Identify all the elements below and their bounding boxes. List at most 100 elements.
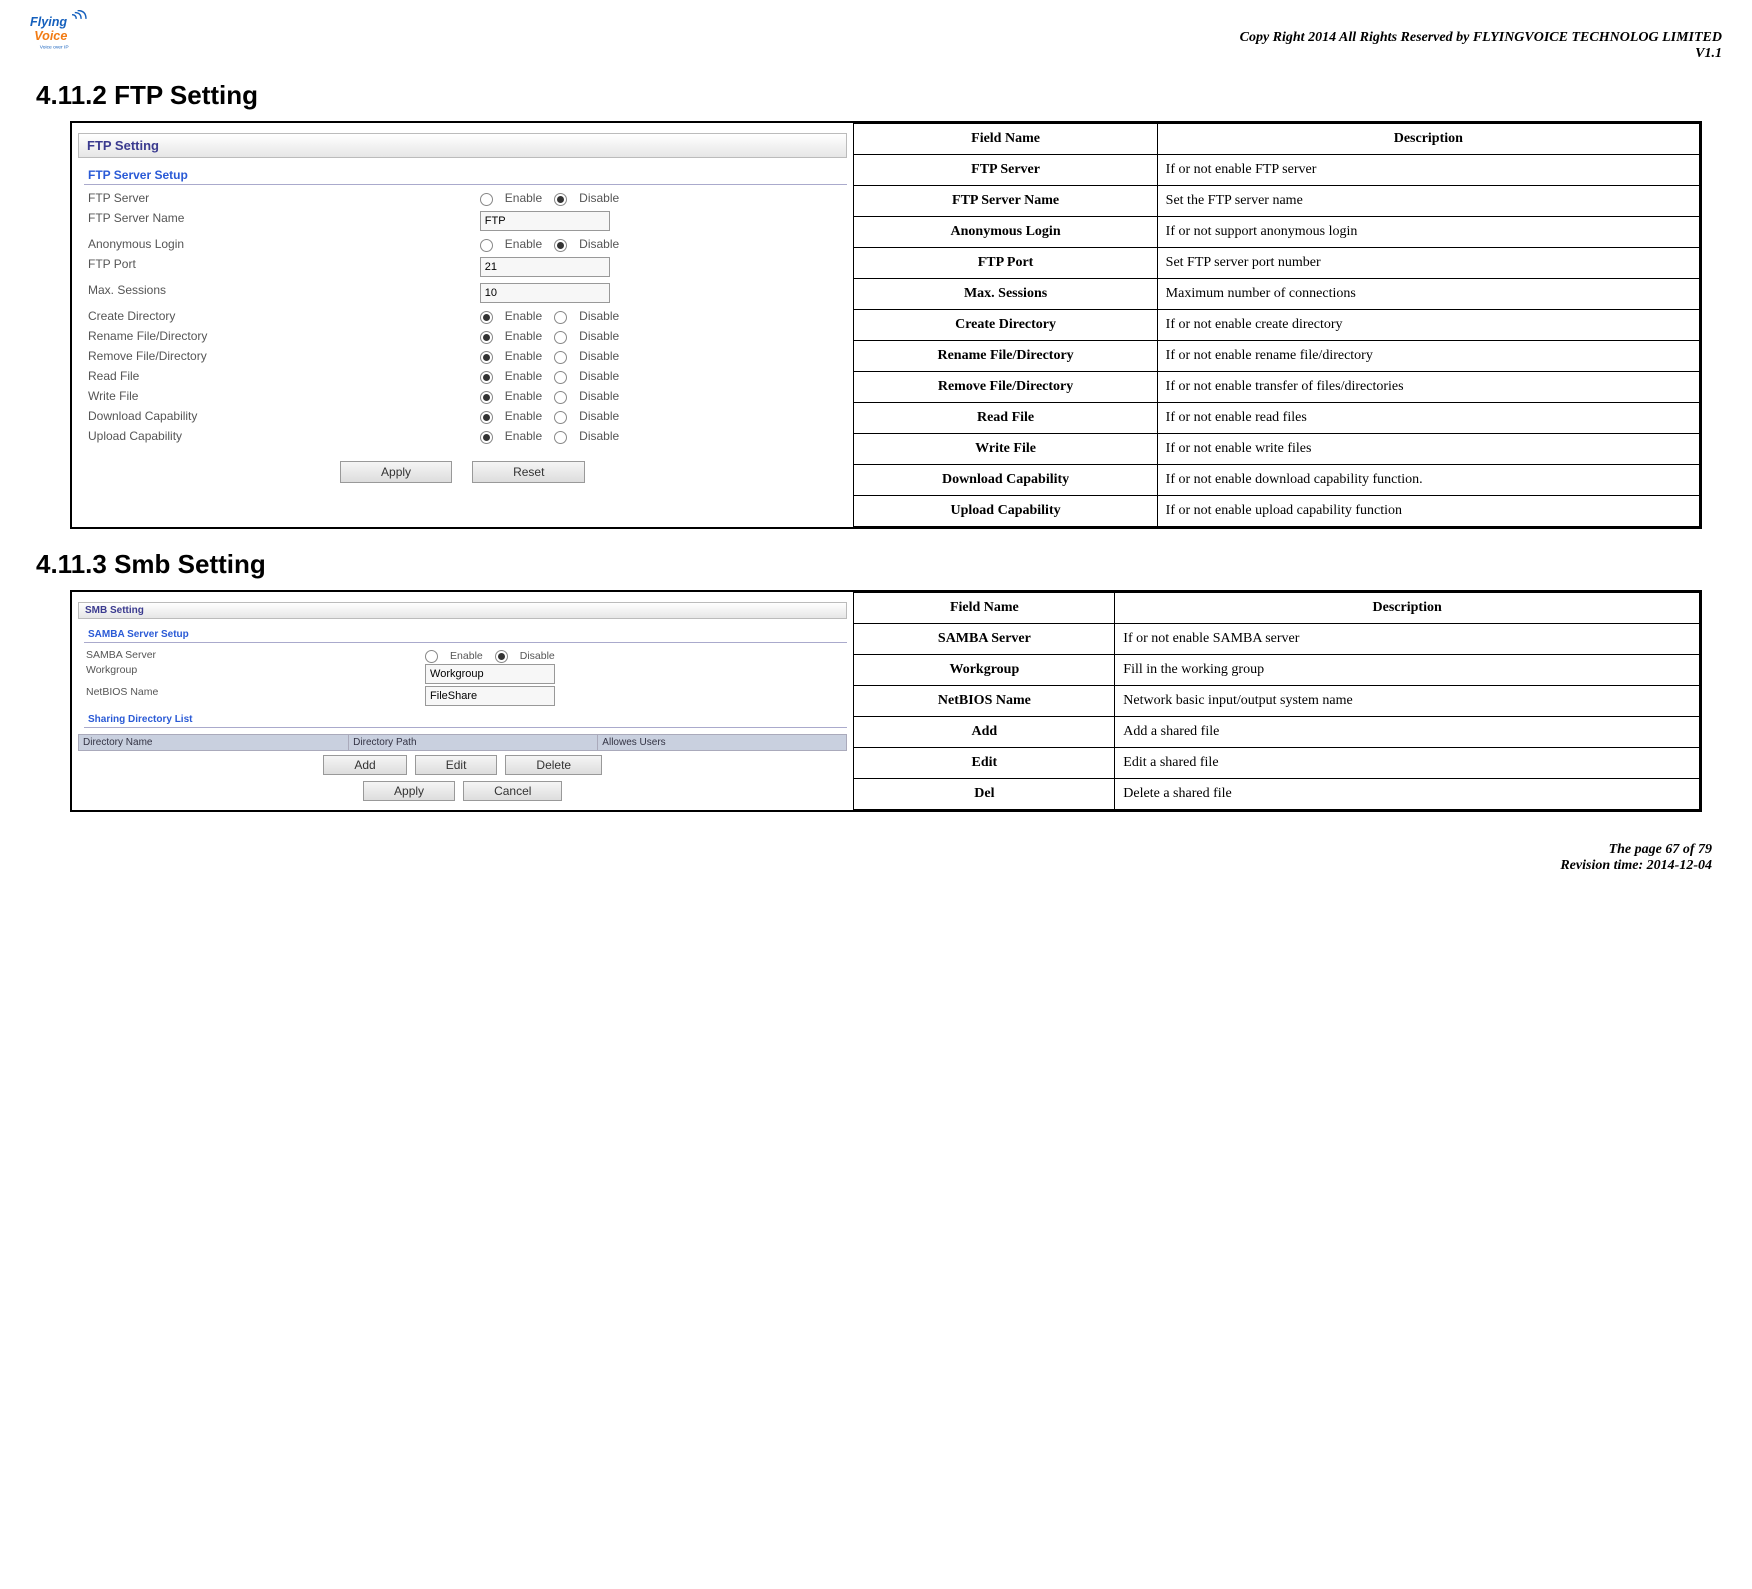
copyright-text: Copy Right 2014 All Rights Reserved by F… <box>30 30 1722 46</box>
radio-disable[interactable] <box>554 239 567 252</box>
flyingvoice-logo: Flying Voice Voice over IP <box>30 10 100 60</box>
table-row: Download Capability If or not enable dow… <box>854 465 1700 496</box>
section-smb-heading: 4.11.3 Smb Setting <box>36 549 1722 580</box>
description-cell: If or not enable rename file/directory <box>1157 341 1699 372</box>
form-label: Download Capability <box>88 409 480 423</box>
cancel-button[interactable]: Cancel <box>463 781 562 801</box>
version-text: V1.1 <box>30 46 1722 62</box>
description-cell: Delete a shared file <box>1115 779 1700 810</box>
description-cell: If or not enable upload capability funct… <box>1157 496 1699 527</box>
smb-group1: SAMBA Server Setup <box>84 627 847 643</box>
radio-enable[interactable] <box>480 411 493 424</box>
edit-button[interactable]: Edit <box>415 755 498 775</box>
table-row: Remove File/Directory If or not enable t… <box>854 372 1700 403</box>
form-label: Create Directory <box>88 309 480 323</box>
table-row: Create Directory If or not enable create… <box>854 310 1700 341</box>
radio-enable[interactable] <box>480 431 493 444</box>
add-button[interactable]: Add <box>323 755 406 775</box>
radio-enable[interactable] <box>480 331 493 344</box>
description-cell: Network basic input/output system name <box>1115 686 1700 717</box>
field-name-cell: Rename File/Directory <box>854 341 1157 372</box>
col-description: Description <box>1115 593 1700 624</box>
description-cell: If or not enable create directory <box>1157 310 1699 341</box>
text-input[interactable] <box>425 664 555 684</box>
field-name-cell: Edit <box>854 748 1115 779</box>
radio-enable[interactable] <box>480 311 493 324</box>
radio-disable[interactable] <box>495 650 508 663</box>
radio-enable[interactable] <box>480 391 493 404</box>
apply-button-smb[interactable]: Apply <box>363 781 455 801</box>
text-input[interactable] <box>425 686 555 706</box>
radio-enable[interactable] <box>425 650 438 663</box>
form-label: Remove File/Directory <box>88 349 480 363</box>
revision-time: Revision time: 2014-12-04 <box>30 858 1712 874</box>
description-cell: If or not enable download capability fun… <box>1157 465 1699 496</box>
radio-enable[interactable] <box>480 371 493 384</box>
smb-group2: Sharing Directory List <box>84 712 847 728</box>
table-row: Edit Edit a shared file <box>854 748 1700 779</box>
form-label: FTP Server <box>88 191 480 205</box>
form-label: NetBIOS Name <box>86 686 425 706</box>
table-row: Max. Sessions Maximum number of connecti… <box>854 279 1700 310</box>
form-label: FTP Server Name <box>88 211 480 231</box>
radio-disable[interactable] <box>554 351 567 364</box>
dir-col: Allowes Users <box>598 735 847 751</box>
ftp-panel-title: FTP Setting <box>78 133 847 158</box>
field-name-cell: Max. Sessions <box>854 279 1157 310</box>
svg-text:Voice over IP: Voice over IP <box>40 44 69 50</box>
smb-screenshot-panel: SMB Setting SAMBA Server Setup SAMBA Ser… <box>72 592 853 810</box>
ftp-screenshot-panel: FTP Setting FTP Server Setup FTP Server … <box>72 123 853 527</box>
radio-disable[interactable] <box>554 411 567 424</box>
svg-text:Flying: Flying <box>30 15 67 29</box>
table-row: Read File If or not enable read files <box>854 403 1700 434</box>
description-cell: Fill in the working group <box>1115 655 1700 686</box>
description-cell: Add a shared file <box>1115 717 1700 748</box>
form-label: Read File <box>88 369 480 383</box>
field-name-cell: FTP Server Name <box>854 186 1157 217</box>
radio-disable[interactable] <box>554 311 567 324</box>
table-row: FTP Server Name Set the FTP server name <box>854 186 1700 217</box>
field-name-cell: FTP Server <box>854 155 1157 186</box>
radio-disable[interactable] <box>554 371 567 384</box>
text-input[interactable] <box>480 257 610 277</box>
radio-disable[interactable] <box>554 391 567 404</box>
field-name-cell: Upload Capability <box>854 496 1157 527</box>
field-name-cell: Remove File/Directory <box>854 372 1157 403</box>
svg-text:Voice: Voice <box>34 29 67 43</box>
text-input[interactable] <box>480 211 610 231</box>
table-row: FTP Server If or not enable FTP server <box>854 155 1700 186</box>
description-cell: If or not enable read files <box>1157 403 1699 434</box>
field-name-cell: FTP Port <box>854 248 1157 279</box>
col-field-name: Field Name <box>854 593 1115 624</box>
form-label: Anonymous Login <box>88 237 480 251</box>
reset-button[interactable]: Reset <box>472 461 585 483</box>
table-row: Anonymous Login If or not support anonym… <box>854 217 1700 248</box>
text-input[interactable] <box>480 283 610 303</box>
table-row: Rename File/Directory If or not enable r… <box>854 341 1700 372</box>
description-cell: If or not enable SAMBA server <box>1115 624 1700 655</box>
description-cell: If or not support anonymous login <box>1157 217 1699 248</box>
table-row: NetBIOS Name Network basic input/output … <box>854 686 1700 717</box>
ftp-group-title: FTP Server Setup <box>84 166 847 185</box>
radio-disable[interactable] <box>554 193 567 206</box>
field-name-cell: Add <box>854 717 1115 748</box>
field-name-cell: Read File <box>854 403 1157 434</box>
description-cell: If or not enable write files <box>1157 434 1699 465</box>
field-name-cell: Workgroup <box>854 655 1115 686</box>
table-row: SAMBA Server If or not enable SAMBA serv… <box>854 624 1700 655</box>
delete-button[interactable]: Delete <box>505 755 602 775</box>
apply-button[interactable]: Apply <box>340 461 452 483</box>
field-name-cell: SAMBA Server <box>854 624 1115 655</box>
form-label: SAMBA Server <box>86 649 425 662</box>
radio-enable[interactable] <box>480 239 493 252</box>
dir-col: Directory Path <box>349 735 598 751</box>
radio-enable[interactable] <box>480 193 493 206</box>
form-label: Upload Capability <box>88 429 480 443</box>
form-label: Max. Sessions <box>88 283 480 303</box>
radio-enable[interactable] <box>480 351 493 364</box>
radio-disable[interactable] <box>554 431 567 444</box>
field-name-cell: Download Capability <box>854 465 1157 496</box>
description-cell: Set the FTP server name <box>1157 186 1699 217</box>
table-row: Workgroup Fill in the working group <box>854 655 1700 686</box>
radio-disable[interactable] <box>554 331 567 344</box>
